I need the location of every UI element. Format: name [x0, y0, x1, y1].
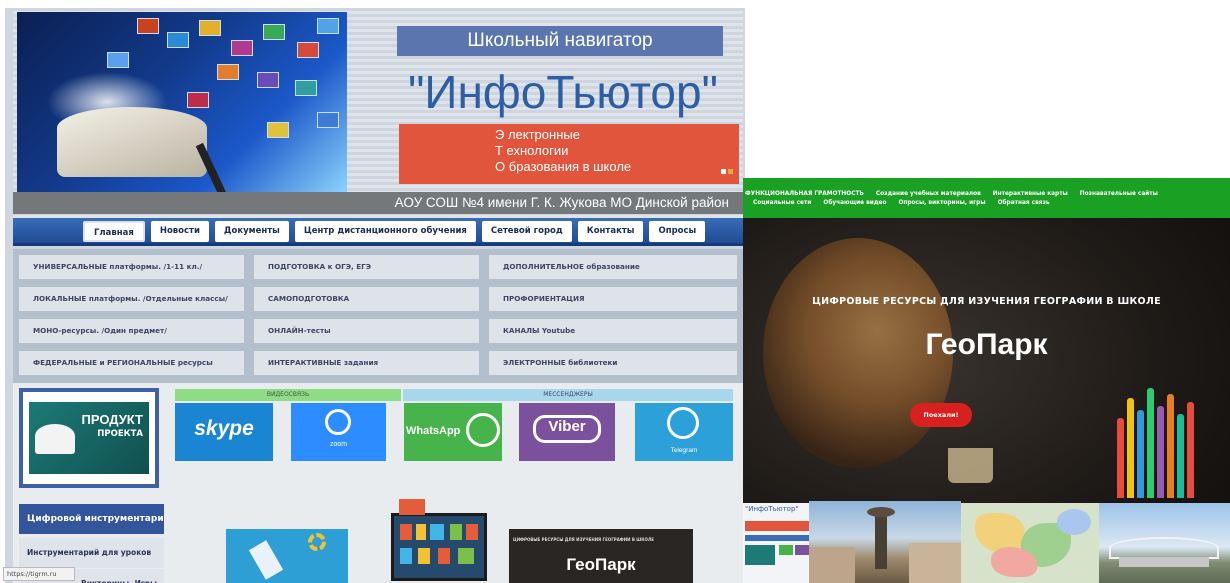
- menu-button[interactable]: МОНО-ресурсы. /Один предмет/: [19, 319, 244, 343]
- open-book-illustration: [57, 107, 207, 177]
- thumb-label: "ИнфоТьютор": [745, 505, 799, 513]
- start-button[interactable]: Поехали!: [910, 403, 972, 427]
- nav-item-documents[interactable]: Документы: [214, 221, 289, 242]
- wrench-icon: [248, 540, 284, 580]
- nav-item-distance-center[interactable]: Центр дистанционного обучения: [294, 221, 476, 242]
- nav-item-network-city[interactable]: Сетевой город: [481, 221, 572, 242]
- hero-subtitle: ЦИФРОВЫЕ РЕСУРСЫ ДЛЯ ИЗУЧЕНИЯ ГЕОГРАФИИ …: [812, 296, 1161, 307]
- site-title: "ИнфоТьютор": [408, 66, 718, 118]
- camera-icon: [325, 409, 351, 435]
- acronym-line: Т ехнологии: [495, 143, 569, 158]
- phone-icon: [466, 413, 500, 447]
- telegram-label: Telegram: [670, 447, 698, 454]
- product-card: ПРОДУКТ ПРОЕКТА: [29, 402, 149, 474]
- city-photo-thumbnail[interactable]: [809, 501, 961, 583]
- menu-button[interactable]: ОНЛАЙН-тесты: [254, 319, 479, 343]
- nav-link[interactable]: Социальные сети: [753, 200, 811, 206]
- acronym-line: Э лектронные: [495, 127, 580, 142]
- zoom-label: zoom: [329, 441, 348, 448]
- tools-thumbnail[interactable]: [226, 529, 348, 583]
- product-banner[interactable]: ПРОДУКТ ПРОЕКТА: [19, 388, 159, 488]
- zoom-tile[interactable]: zoom: [291, 403, 386, 461]
- gear-icon: [308, 533, 326, 551]
- nav-link[interactable]: Опросы, викторины, игры: [898, 200, 985, 206]
- main-nav: Главная Новости Документы Центр дистанци…: [13, 218, 743, 246]
- nav-link[interactable]: Обучающие видео: [823, 200, 886, 206]
- whatsapp-label: WhatsApp: [406, 425, 461, 437]
- menu-button[interactable]: ИНТЕРАКТИВНЫЕ задания: [254, 351, 479, 375]
- sidebar-item-lesson-tools[interactable]: Инструментарий для уроков: [19, 538, 164, 568]
- nav-link[interactable]: Создание учебных материалов: [876, 191, 981, 197]
- paper-plane-icon: [667, 407, 699, 439]
- slider-dots[interactable]: [719, 162, 733, 178]
- menu-button[interactable]: КАНАЛЫ Youtube: [489, 319, 737, 343]
- menu-button[interactable]: ПОДГОТОВКА к ОГЭ, ЕГЭ: [254, 255, 479, 279]
- acronym-line: О бразования в школе: [495, 159, 632, 174]
- menu-button[interactable]: ЛОКАЛЬНЫЕ платформы. /Отдельные классы/: [19, 287, 244, 311]
- book-icon: [35, 424, 75, 454]
- menu-button[interactable]: САМОПОДГОТОВКА: [254, 287, 479, 311]
- skype-tile[interactable]: skype: [175, 403, 273, 461]
- status-bar-url: https://tigrm.ru: [3, 567, 75, 581]
- library-thumbnail[interactable]: [387, 497, 491, 583]
- nav-item-contacts[interactable]: Контакты: [577, 221, 644, 242]
- acronym-box: Э лектронные Т ехнологии О бразования в …: [399, 124, 739, 184]
- nav-link[interactable]: Познавательные сайты: [1080, 191, 1158, 197]
- menu-button[interactable]: УНИВЕРСАЛЬНЫЕ платформы. /1-11 кл./: [19, 255, 244, 279]
- telegram-tile[interactable]: Telegram: [635, 403, 733, 461]
- school-name: АОУ СОШ №4 имени Г. К. Жукова МО Динской…: [13, 192, 743, 214]
- content-area: ПРОДУКТ ПРОЕКТА Цифровой инструментарий …: [13, 383, 743, 583]
- nav-item-news[interactable]: Новости: [150, 221, 209, 242]
- viber-label: Viber: [548, 418, 586, 435]
- banner-subtitle: Школьный навигатор: [397, 26, 723, 56]
- nav-link[interactable]: Обратная связь: [998, 200, 1050, 206]
- skype-logo: skype: [194, 417, 254, 440]
- geopark-site: ФУНКЦИОНАЛЬНАЯ ГРАМОТНОСТЬ Создание учеб…: [743, 178, 1230, 583]
- geopark-thumbnail[interactable]: ЦИФРОВЫЕ РЕСУРСЫ ДЛЯ ИЗУЧЕНИЯ ГЕОГРАФИИ …: [509, 529, 693, 583]
- sidebar-item-digital-tools[interactable]: Цифровой инструментарий: [19, 504, 164, 534]
- header-banner: Школьный навигатор "ИнфоТьютор" Э лектро…: [13, 10, 743, 218]
- stadium-photo-thumbnail[interactable]: [1099, 503, 1230, 583]
- composite-screenshot: Школьный навигатор "ИнфоТьютор" Э лектро…: [0, 0, 1230, 583]
- nav-item-home[interactable]: Главная: [83, 221, 145, 242]
- books-icon: [399, 499, 425, 515]
- menu-button[interactable]: ЭЛЕКТРОННЫЕ библиотеки: [489, 351, 737, 375]
- top-nav: ФУНКЦИОНАЛЬНАЯ ГРАМОТНОСТЬ Создание учеб…: [743, 178, 1230, 218]
- hero-title: ГеоПарк: [925, 328, 1048, 361]
- section-label-video: ВИДЕОСВЯЗЬ: [175, 389, 401, 401]
- thumb-caption: ЦИФРОВЫЕ РЕСУРСЫ ДЛЯ ИЗУЧЕНИЯ ГЕОГРАФИИ …: [513, 537, 654, 542]
- menu-button[interactable]: ДОПОЛНИТЕЛЬНОЕ образование: [489, 255, 737, 279]
- infotutor-site: Школьный навигатор "ИнфоТьютор" Э лектро…: [5, 8, 745, 583]
- infotutor-thumbnail[interactable]: "ИнфоТьютор": [743, 503, 813, 583]
- cup-illustration: [948, 448, 993, 483]
- section-label-messengers: МЕССЕНДЖЕРЫ: [403, 389, 733, 401]
- whatsapp-tile[interactable]: WhatsApp: [404, 403, 502, 461]
- region-map-thumbnail[interactable]: [961, 503, 1099, 583]
- thumb-title: ГеоПарк: [566, 555, 636, 574]
- menu-button[interactable]: ПРОФОРИЕНТАЦИЯ: [489, 287, 737, 311]
- resource-menu: УНИВЕРСАЛЬНЫЕ платформы. /1-11 кл./ ЛОКА…: [13, 249, 743, 383]
- viber-tile[interactable]: Viber: [519, 403, 615, 461]
- menu-button[interactable]: ФЕДЕРАЛЬНЫЕ и РЕГИОНАЛЬНЫЕ ресурсы: [19, 351, 244, 375]
- pencils-illustration: [1113, 378, 1203, 498]
- nav-link[interactable]: Интерактивные карты: [993, 191, 1068, 197]
- nav-item-polls[interactable]: Опросы: [649, 221, 706, 242]
- banner-image: [17, 12, 347, 197]
- nav-link[interactable]: ФУНКЦИОНАЛЬНАЯ ГРАМОТНОСТЬ: [745, 191, 864, 197]
